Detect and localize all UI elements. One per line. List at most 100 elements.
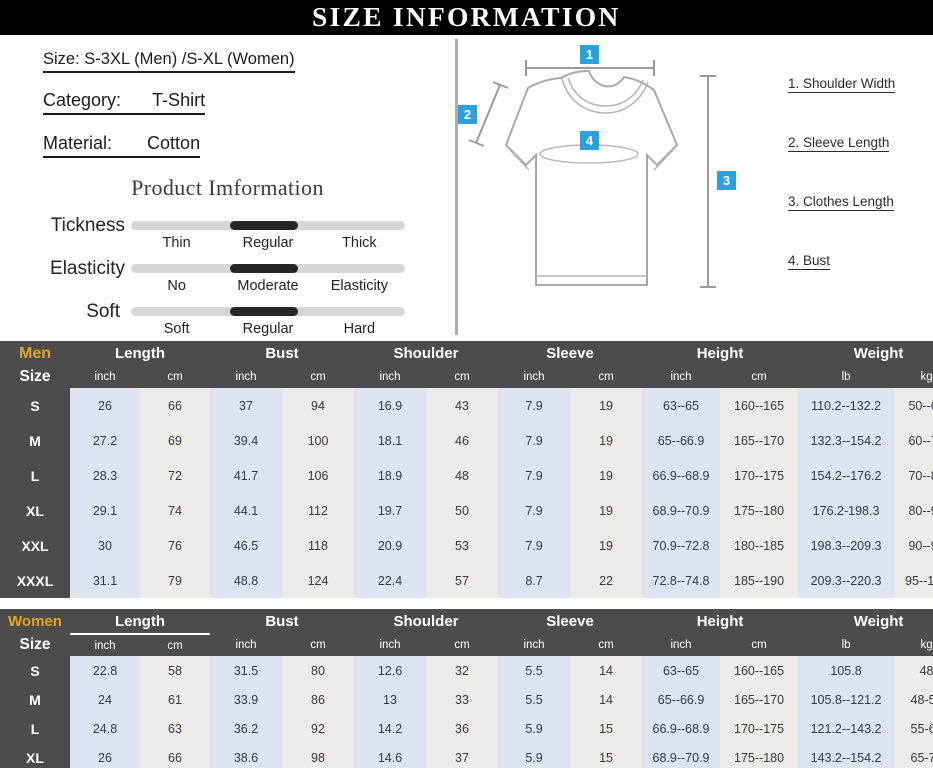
- garment-diagram-block: 1 2 3 4 1. Shoulder Width 2. Sleeve Lengt…: [458, 35, 933, 338]
- table-cell: 100: [282, 423, 354, 458]
- table-cell: 198.3--209.3: [798, 528, 895, 563]
- measurement-legend-item: 3. Clothes Length: [788, 194, 894, 211]
- slider-tick-label: No: [167, 278, 186, 294]
- size-column-header: Size: [0, 634, 70, 656]
- table-cell: 13: [354, 685, 426, 714]
- table-cell: 165--170: [720, 685, 799, 714]
- table-cell: 106: [282, 458, 354, 493]
- table-cell: 66: [140, 388, 210, 423]
- table-cell: 7.9: [498, 388, 571, 423]
- unit-header-inch: inch: [70, 366, 140, 388]
- slider-fill-soft: [229, 307, 299, 316]
- table-cell: 105.8--121.2: [798, 685, 895, 714]
- unit-header-cm: cm: [282, 634, 354, 656]
- row-size-label: XL: [0, 493, 70, 528]
- table-cell: 15: [570, 743, 643, 768]
- table-cell: 69: [140, 423, 210, 458]
- svg-text:2: 2: [464, 107, 471, 122]
- measurement-legend-item: 4. Bust: [788, 253, 831, 270]
- size-table-men: Men Length Bust Shoulder Sleeve Height Weight S…: [0, 341, 933, 598]
- table-cell: 53: [426, 528, 499, 563]
- unit-header-inch: inch: [354, 634, 426, 656]
- table-header-groups: Women Length Bust Shoulder Sleeve Height Weigh…: [0, 609, 933, 635]
- table-cell: 43: [426, 388, 499, 423]
- row-size-label: XXXL: [0, 563, 70, 598]
- unit-header-cm: cm: [140, 634, 210, 656]
- unit-header-kg: kg: [894, 634, 933, 656]
- info-size-value: S-3XL (Men) /S-XL (Women): [84, 50, 295, 68]
- measurement-legend-row: 1. Shoulder Width: [788, 75, 933, 134]
- svg-text:4: 4: [586, 133, 594, 148]
- unit-header-cm: cm: [426, 634, 499, 656]
- table-cell: 63--65: [642, 388, 721, 423]
- unit-header-cm: cm: [720, 366, 799, 388]
- table-cell: 98: [282, 743, 354, 768]
- table-row: S 26 66 37 94 16.9 43 7.9 19 63--65 160--165 110.2-…: [0, 388, 933, 423]
- table-cell: 19: [570, 528, 643, 563]
- slider-ticks-tickness: Thin Regular Thick: [131, 235, 405, 251]
- size-column-header: Size: [0, 366, 70, 388]
- slider-track-elasticity[interactable]: [131, 264, 405, 273]
- product-information-heading: Product Imformation: [131, 175, 324, 200]
- table-cell: 27.2: [70, 423, 140, 458]
- table-row: XL 29.1 74 44.1 112 19.7 50 7.9 19 68.9--70.9 175-…: [0, 493, 933, 528]
- size-table-men: Men Length Bust Shoulder Sleeve Height Weight S…: [0, 341, 933, 599]
- info-material-label: Material:: [43, 133, 113, 153]
- slider-ticks-elasticity: No Moderate Elasticity: [131, 278, 405, 294]
- measurement-legend-item: 1. Shoulder Width: [788, 76, 896, 93]
- clothes-length-dimension: [700, 75, 716, 288]
- table-row: XXL 30 76 46.5 118 20.9 53 7.9 19 70.9--72.8 180--…: [0, 528, 933, 563]
- table-cell: 170--175: [720, 458, 799, 493]
- table-cell: 28.3: [70, 458, 140, 493]
- table-cell: 65-70: [894, 743, 933, 768]
- table-cell: 175--180: [720, 743, 799, 768]
- table-cell: 124: [282, 563, 354, 598]
- svg-text:1: 1: [586, 47, 593, 62]
- row-size-label: M: [0, 685, 70, 714]
- column-group-bust: Bust: [210, 609, 354, 634]
- slider-track-soft[interactable]: [131, 307, 405, 316]
- table-cell: 63: [140, 714, 210, 743]
- unit-header-cm: cm: [426, 366, 499, 388]
- table-cell: 68.9--70.9: [642, 743, 721, 768]
- table-cell: 26: [70, 743, 140, 768]
- info-line-size: Size: S-3XL (Men) /S-XL (Women): [43, 50, 295, 73]
- size-table-women: Women Length Bust Shoulder Sleeve Height Weigh…: [0, 609, 933, 768]
- table-cell: 76: [140, 528, 210, 563]
- measurement-legend-row: 4. Bust: [788, 252, 933, 311]
- table-cell: 36: [426, 714, 499, 743]
- table-cell: 175--180: [720, 493, 799, 528]
- slider-tick-label: Regular: [242, 321, 294, 337]
- table-cell: 72.8--74.8: [642, 563, 721, 598]
- column-group-bust: Bust: [210, 341, 354, 366]
- table-cell: 14.6: [354, 743, 426, 768]
- table-cell: 143.2--154.2: [798, 743, 895, 768]
- table-row: S 22.8 58 31.5 80 12.6 32 5.5 14 63--65 160--165 10…: [0, 656, 933, 685]
- slider-track-tickness[interactable]: [131, 221, 405, 230]
- table-cell: 86: [282, 685, 354, 714]
- slider-label-tickness: Tickness: [50, 215, 125, 236]
- column-group-weight: Weight: [798, 341, 933, 366]
- measurement-legend-row: 2. Sleeve Length: [788, 134, 933, 193]
- column-group-sleeve: Sleeve: [498, 609, 643, 634]
- slider-tick-label: Elasticity: [330, 278, 388, 294]
- table-cell: 5.9: [498, 714, 571, 743]
- table-cell: 7.9: [498, 528, 571, 563]
- slider-fill-tickness: [229, 221, 299, 230]
- table-cell: 105.8: [798, 656, 895, 685]
- table-cell: 19: [570, 388, 643, 423]
- slider-label-elasticity: Elasticity: [50, 258, 125, 279]
- table-cell: 22.8: [70, 656, 140, 685]
- size-information-page: SIZE INFORMATION Size: S-3XL (Men) /S-XL…: [0, 0, 933, 768]
- slider-tick-label: Moderate: [237, 278, 299, 294]
- table-gap: [0, 599, 933, 609]
- table-cell: 14: [570, 685, 643, 714]
- table-row: XXXL 31.1 79 48.8 124 22.4 57 8.7 22 72.8--74.8 18…: [0, 563, 933, 598]
- unit-header-inch: inch: [498, 634, 571, 656]
- info-line-material: Material: Cotton: [43, 133, 201, 158]
- unit-header-lb: lb: [798, 634, 895, 656]
- table-cell: 7.9: [498, 423, 571, 458]
- table-cell: 18.9: [354, 458, 426, 493]
- table-cell: 165--170: [720, 423, 799, 458]
- unit-header-cm: cm: [720, 634, 799, 656]
